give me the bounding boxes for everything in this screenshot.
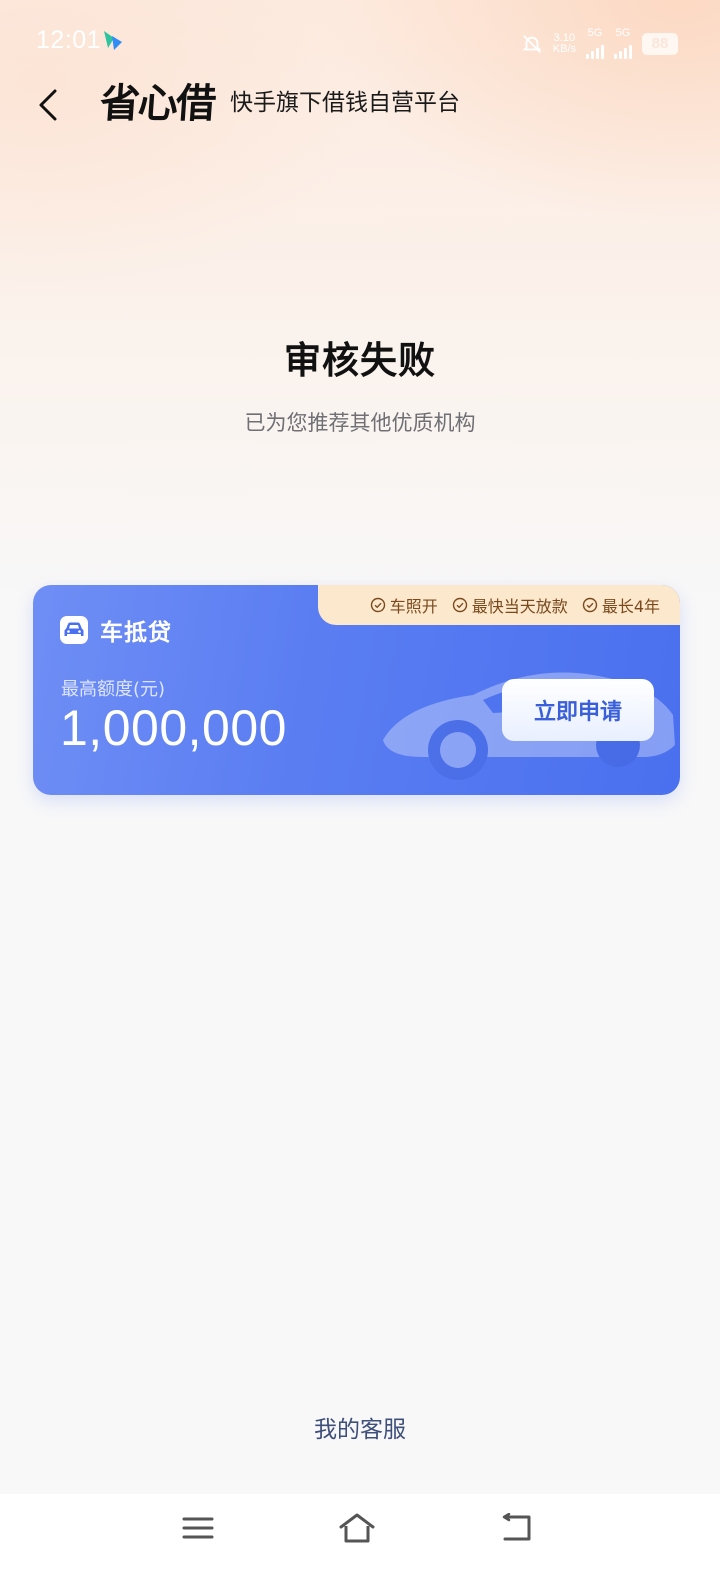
nav-menu-button[interactable] [178, 1508, 218, 1548]
back-button[interactable] [30, 85, 66, 125]
brand-logo: 省心借 [98, 81, 216, 127]
brand-slogan: 快手旗下借钱自营平台 [230, 90, 460, 116]
product-name: 车抵贷 [100, 620, 172, 646]
loan-offer-card[interactable]: 车照开 最快当天放款 最长4年 车抵贷 最高额度(元) 1,000,000 立即… [33, 585, 680, 795]
car-icon [60, 616, 88, 644]
result-title: 审核失败 [284, 339, 436, 382]
result-subtitle: 已为您推荐其他优质机构 [244, 411, 476, 435]
signal-bars-icon [586, 39, 604, 59]
app-notification-icon [104, 31, 122, 50]
check-circle-icon [370, 597, 385, 613]
mute-bell-icon [522, 34, 542, 53]
feature-tag: 最长4年 [582, 593, 660, 617]
signal-bars-icon-2 [614, 39, 632, 59]
status-indicators: 3.10 KB/s 5G 5G 88 [521, 28, 678, 59]
status-bar: 12:01 3.10 KB/s 5G 5G 88 [0, 0, 720, 80]
status-time: 12:01 [36, 26, 102, 54]
check-circle-icon [582, 597, 598, 613]
feature-tag: 最快当天放款 [452, 593, 568, 617]
home-icon [339, 1513, 375, 1543]
battery-indicator: 88 [642, 32, 678, 55]
app-header: 省心借 快手旗下借钱自营平台 [0, 80, 720, 130]
network-speed: 3.10 KB/s [552, 31, 576, 55]
network-type-label: 5G [587, 27, 603, 39]
chevron-left-icon [39, 89, 57, 121]
nav-home-button[interactable] [337, 1508, 377, 1548]
customer-service-link[interactable]: 我的客服 [0, 1410, 720, 1444]
limit-label: 最高额度(元) [61, 679, 166, 700]
check-circle-icon [452, 597, 467, 613]
network-type-label-2: 5G [615, 27, 631, 39]
limit-amount: 1,000,000 [60, 700, 287, 756]
menu-icon [182, 1517, 214, 1539]
product-title-row: 车抵贷 [60, 613, 172, 647]
apply-now-button[interactable]: 立即申请 [502, 679, 654, 741]
signal-group-2: 5G [614, 28, 632, 59]
nav-back-button[interactable] [496, 1508, 536, 1548]
signal-group-1: 5G [586, 28, 604, 59]
feature-tag: 车照开 [370, 593, 438, 617]
feature-tags: 车照开 最快当天放款 最长4年 [318, 585, 680, 625]
return-icon [502, 1513, 531, 1541]
system-nav-bar [0, 1494, 720, 1584]
